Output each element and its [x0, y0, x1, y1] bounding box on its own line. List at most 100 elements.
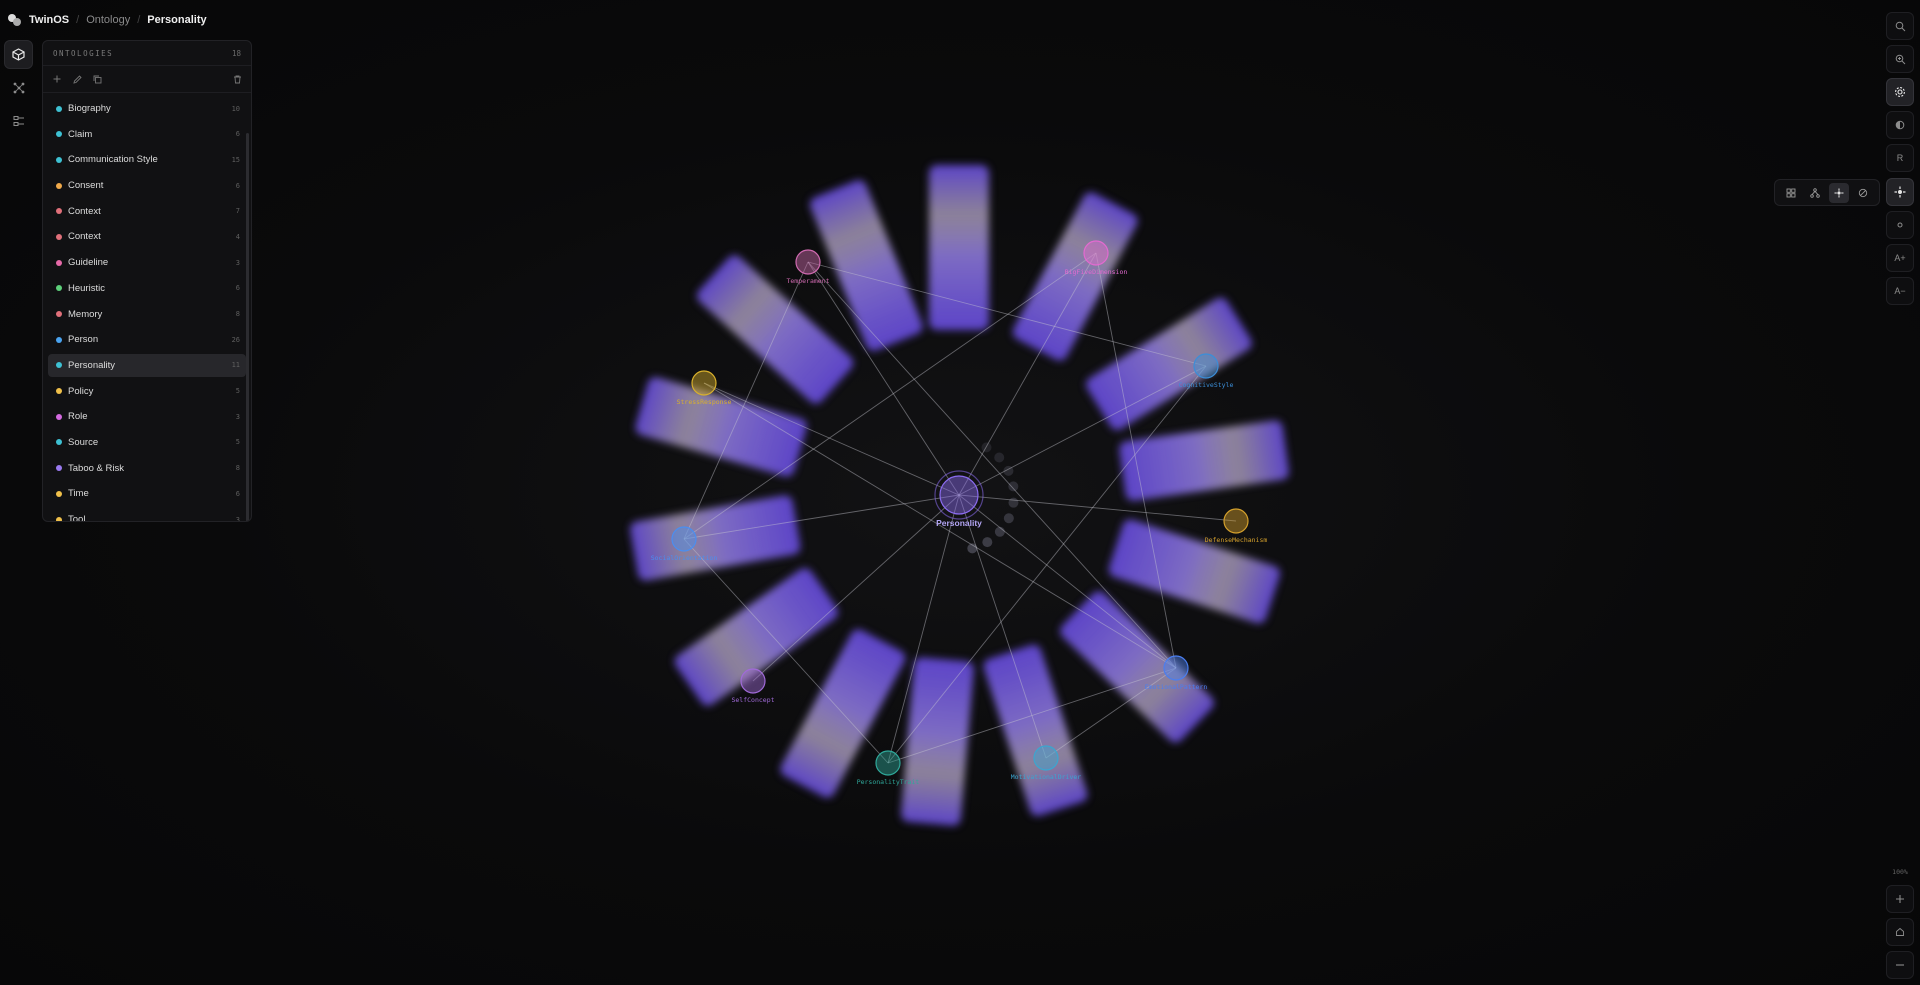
highlight-slab [901, 657, 974, 826]
ontology-item-label: Role [68, 411, 88, 423]
ontology-item-label: Policy [68, 385, 94, 397]
node-label: Personality [936, 518, 982, 528]
ontology-item-count: 11 [231, 361, 240, 370]
ontology-color-dot [56, 233, 62, 240]
edit-ontology-button[interactable] [71, 73, 83, 85]
node-label: PersonalityTrait [857, 778, 920, 786]
radial-icon [1834, 188, 1844, 197]
copy-ontology-button[interactable] [91, 73, 103, 85]
graph-node-center[interactable]: Personality [934, 470, 984, 528]
zoom-in-button[interactable] [1886, 885, 1914, 913]
ontology-list-scrollbar[interactable] [246, 133, 249, 521]
ontology-item[interactable]: Role 3 [48, 405, 246, 428]
delete-ontology-button[interactable] [231, 73, 243, 85]
off-icon [1858, 188, 1868, 197]
search-button[interactable] [1886, 12, 1914, 40]
ontology-item-count: 10 [231, 104, 240, 113]
ontology-item[interactable]: Context 7 [48, 200, 246, 223]
ontology-item[interactable]: Context 4 [48, 225, 246, 248]
breadcrumb-ontology[interactable]: Ontology [86, 14, 130, 26]
node-label: DefenseMechanism [1205, 536, 1268, 544]
ontology-graph-canvas[interactable]: Temperament BigFiveDimension CognitiveStyl… [0, 0, 1920, 985]
ontology-item-count: 5 [235, 438, 240, 447]
node-circle [1163, 655, 1189, 681]
highlight-slab [696, 255, 854, 404]
ontology-item-count: 3 [235, 258, 240, 267]
ontology-item-label: Claim [68, 128, 93, 140]
home-button[interactable] [1886, 918, 1914, 946]
dot-button[interactable] [1886, 211, 1914, 239]
font-increase-label: A+ [1894, 253, 1906, 263]
node-circle [671, 526, 697, 552]
ontology-color-dot [56, 182, 62, 189]
node-label: EmotionalPattern [1145, 683, 1208, 691]
ontology-item[interactable]: Source 5 [48, 431, 246, 454]
ontology-color-dot [56, 362, 62, 369]
graph-view-button[interactable] [4, 40, 33, 69]
zoom-out-button[interactable] [1886, 951, 1914, 979]
brand-name[interactable]: TwinOS [29, 14, 69, 26]
ontology-color-dot [56, 490, 62, 497]
node-label: SelfConcept [731, 696, 774, 704]
zoom-search-icon [1895, 54, 1905, 64]
add-ontology-button[interactable] [51, 73, 63, 85]
zoom-search-button[interactable] [1886, 45, 1914, 73]
highlight-slab [1119, 420, 1289, 501]
node-circle [1083, 240, 1109, 266]
ontology-item[interactable]: Communication Style 15 [48, 148, 246, 171]
ontology-item[interactable]: Guideline 3 [48, 251, 246, 274]
tree-layout-button[interactable] [1805, 183, 1825, 203]
breadcrumb-separator: / [76, 14, 80, 26]
reset-button[interactable]: R [1886, 144, 1914, 172]
network-view-button[interactable] [4, 73, 33, 102]
settings-button[interactable] [1886, 78, 1914, 106]
grid-layout-button[interactable] [1781, 183, 1801, 203]
ontology-item[interactable]: Policy 5 [48, 380, 246, 403]
left-rail [4, 40, 34, 135]
ontology-list[interactable]: Biography 10 Claim 6 Communication Style 15 Co… [43, 93, 251, 521]
loading-dot [1008, 497, 1019, 508]
ontology-item[interactable]: Biography 10 [48, 97, 246, 120]
ontology-color-dot [56, 105, 62, 112]
ontology-item-count: 6 [235, 181, 240, 190]
ontology-count: 18 [231, 48, 241, 58]
highlight-slab [1060, 591, 1214, 743]
ontology-item[interactable]: Person 26 [48, 328, 246, 351]
ontology-item[interactable]: Time 6 [48, 482, 246, 505]
ontology-item[interactable]: Taboo & Risk 8 [48, 457, 246, 480]
zoom-in-icon [1896, 895, 1904, 903]
loading-dot [994, 526, 1005, 537]
node-circle [1193, 353, 1219, 379]
zoom-out-icon [1896, 964, 1904, 966]
ontology-item[interactable]: Personality 11 [48, 353, 246, 377]
ontology-item-label: Source [68, 436, 99, 448]
ontology-item[interactable]: Consent 6 [48, 174, 246, 197]
schema-view-button[interactable] [4, 106, 33, 135]
ontology-item[interactable]: Memory 8 [48, 303, 246, 326]
twinos-logo-icon [8, 13, 22, 27]
graph-cube-icon [12, 48, 25, 61]
graph-node[interactable]: Temperament [786, 249, 830, 285]
node-circle [875, 750, 901, 776]
ontology-item[interactable]: Claim 6 [48, 123, 246, 146]
node-circle [740, 668, 766, 694]
node-circle [1223, 508, 1249, 534]
no-layout-button[interactable] [1853, 183, 1873, 203]
node-label: MotivationalDriver [1011, 773, 1082, 781]
layout-button[interactable] [1886, 178, 1914, 206]
ontology-color-dot [56, 259, 62, 266]
font-increase-button[interactable]: A+ [1886, 244, 1914, 272]
ontology-item-count: 5 [235, 387, 240, 396]
schema-icon [13, 115, 24, 126]
font-decrease-button[interactable]: A− [1886, 277, 1914, 305]
graph-node[interactable]: DefenseMechanism [1205, 508, 1268, 544]
contrast-button[interactable] [1886, 111, 1914, 139]
highlight-slab [1012, 192, 1138, 361]
radial-layout-button[interactable] [1829, 182, 1849, 203]
ontology-item[interactable]: Tool 3 [48, 508, 246, 521]
ontology-item-label: Taboo & Risk [68, 462, 124, 474]
loading-dot [994, 452, 1005, 463]
ontology-item[interactable]: Heuristic 6 [48, 277, 246, 300]
graph-edge [958, 494, 1237, 522]
home-icon [1896, 927, 1904, 936]
